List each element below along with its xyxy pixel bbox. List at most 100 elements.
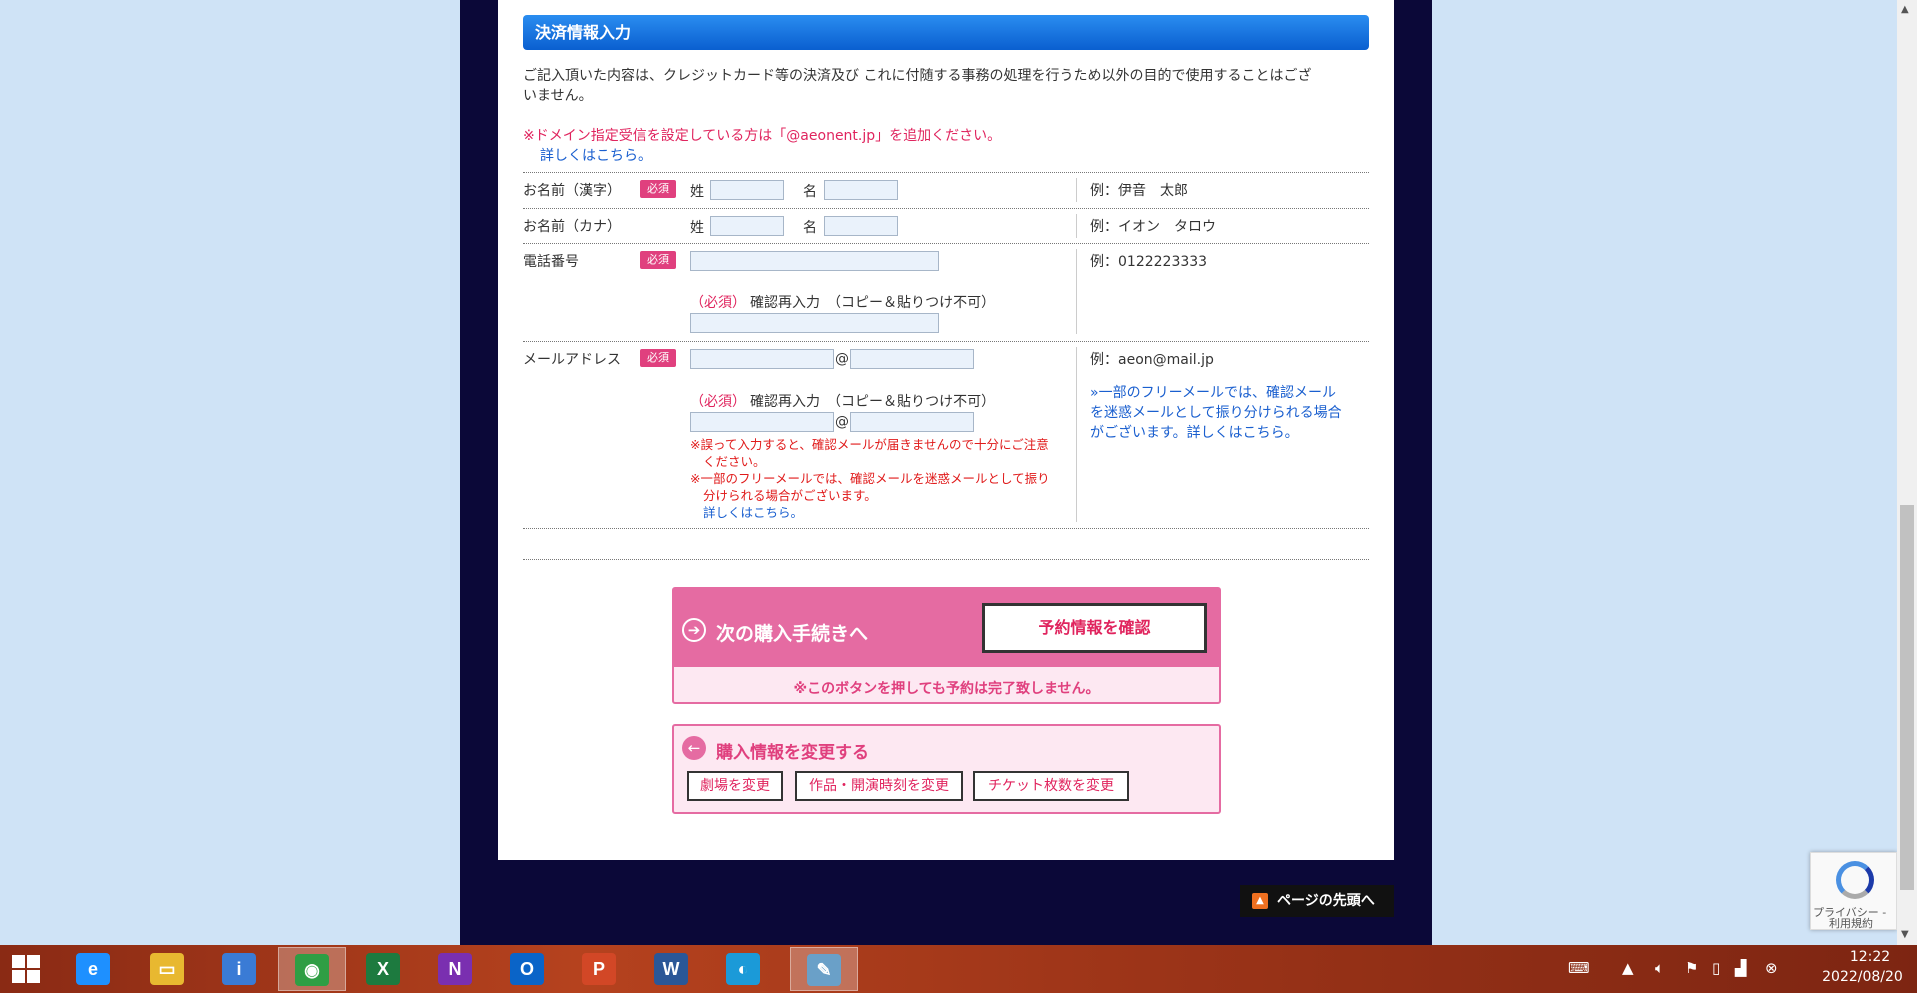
email-confirm-local-input[interactable]	[690, 412, 834, 432]
edge-icon: ◐	[726, 953, 760, 985]
recaptcha-badge[interactable]: プライバシー - 利用規約	[1810, 852, 1897, 930]
volume-icon[interactable]: 🔈︎	[1655, 959, 1664, 977]
browser-viewport: 決済情報入力 ご記入頂いた内容は、クレジットカード等の決済及び これに付随する事…	[0, 0, 1897, 945]
recaptcha-terms[interactable]: 利用規約	[1813, 918, 1886, 929]
arrow-left-icon: ←	[682, 736, 706, 760]
last-name-label: 姓	[690, 220, 704, 236]
next-step-header: ➔ 次の購入手続きへ 予約情報を確認	[674, 589, 1219, 667]
change-purchase-label: 購入情報を変更する	[716, 743, 869, 763]
confirm-required-tag: （必須）	[690, 295, 746, 311]
confirm-required-tag: （必須）	[690, 394, 746, 410]
windows-logo-pane	[27, 970, 40, 983]
taskbar-app-onenote[interactable]: N	[422, 947, 490, 991]
first-name-label: 名	[803, 220, 817, 236]
name-kana-example: 例：イオン タロウ	[1090, 219, 1216, 235]
email-example: 例：aeon@mail.jp	[1090, 352, 1214, 368]
email-label: メールアドレス	[523, 352, 621, 368]
page-top-label: ページの先頭へ	[1277, 893, 1375, 909]
vertical-scrollbar[interactable]: ▲ ▼	[1897, 0, 1917, 945]
last-name-label: 姓	[690, 184, 704, 200]
change-ticket-count-button[interactable]: チケット枚数を変更	[973, 771, 1129, 801]
column-divider	[1076, 178, 1077, 202]
info-icon: i	[222, 953, 256, 985]
section-title-payment-info: 決済情報入力	[523, 15, 1369, 50]
email-details-link[interactable]: 詳しくはこちら。	[703, 502, 803, 521]
next-step-panel: ➔ 次の購入手続きへ 予約情報を確認 ※このボタンを押しても予約は完了致しません…	[672, 587, 1221, 704]
first-name-kanji-input[interactable]	[824, 180, 898, 200]
first-name-label: 名	[803, 184, 817, 200]
taskbar-app-chrome[interactable]: ◉	[278, 947, 346, 991]
taskbar-app-word[interactable]: W	[638, 947, 706, 991]
recaptcha-icon	[1836, 861, 1874, 899]
outlook-icon: O	[510, 953, 544, 985]
phone-confirm-input[interactable]	[690, 313, 939, 333]
confirm-reservation-button[interactable]: 予約情報を確認	[982, 603, 1207, 653]
email-confirm-domain-input[interactable]	[850, 412, 974, 432]
details-link[interactable]: 詳しくはこちら。	[540, 145, 652, 165]
required-badge: 必須	[640, 251, 676, 269]
show-hidden-icons-icon[interactable]: ▲	[1622, 959, 1634, 977]
taskbar-app-info[interactable]: i	[206, 947, 274, 991]
free-mail-note-link[interactable]: がございます。詳しくはこちら。	[1090, 422, 1299, 442]
paint-icon: ✎	[807, 954, 841, 986]
taskbar-app-powerpoint[interactable]: P	[566, 947, 634, 991]
at-sign: @	[835, 414, 849, 430]
scroll-up-icon[interactable]: ▲	[1901, 4, 1909, 15]
page-top-button[interactable]: ▲ ページの先頭へ	[1240, 885, 1394, 917]
arrow-up-icon: ▲	[1252, 893, 1268, 909]
chrome-icon: ◉	[295, 954, 329, 986]
keyboard-icon[interactable]: ⌨	[1568, 959, 1590, 977]
scroll-down-icon[interactable]: ▼	[1901, 929, 1909, 940]
email-confirm-label: 確認再入力 （コピー＆貼りつけ不可）	[750, 394, 996, 410]
taskbar-app-file-explorer[interactable]: ▭	[134, 947, 202, 991]
start-button[interactable]	[0, 945, 54, 993]
next-step-note: ※このボタンを押しても予約は完了致しません。	[793, 681, 1100, 697]
free-mail-note-link[interactable]: »一部のフリーメールでは、確認メール	[1090, 382, 1336, 402]
next-step-label: 次の購入手続きへ	[716, 623, 869, 645]
clock-date[interactable]: 2022/08/20	[1810, 969, 1915, 985]
first-name-kana-input[interactable]	[824, 216, 898, 236]
powerpoint-icon: P	[582, 953, 616, 985]
battery-icon[interactable]: ▯	[1712, 959, 1720, 977]
recaptcha-links[interactable]: プライバシー - 利用規約	[1813, 907, 1886, 929]
windows-logo-pane	[12, 970, 25, 983]
taskbar-app-paint[interactable]: ✎	[790, 947, 858, 991]
last-name-kanji-input[interactable]	[710, 180, 784, 200]
intro-text: ご記入頂いた内容は、クレジットカード等の決済及び これに付随する事務の処理を行う…	[523, 68, 1312, 84]
required-badge: 必須	[640, 349, 676, 367]
taskbar-app-outlook[interactable]: O	[494, 947, 562, 991]
internet-explorer-icon: e	[76, 953, 110, 985]
network-icon[interactable]: ▟	[1735, 959, 1747, 977]
phone-confirm-label: 確認再入力 （コピー＆貼りつけ不可）	[750, 295, 996, 311]
notification-icon[interactable]: ⊗	[1765, 959, 1778, 977]
phone-input[interactable]	[690, 251, 939, 271]
scroll-thumb[interactable]	[1900, 505, 1914, 890]
taskbar-app-excel[interactable]: X	[350, 947, 418, 991]
change-show-time-button[interactable]: 作品・開演時刻を変更	[795, 771, 963, 801]
change-theater-button[interactable]: 劇場を変更	[687, 771, 783, 801]
windows-logo-icon	[12, 955, 25, 968]
name-kanji-example: 例：伊音 太郎	[1090, 183, 1188, 199]
name-kana-label: お名前（カナ）	[523, 219, 621, 235]
last-name-kana-input[interactable]	[710, 216, 784, 236]
taskbar-app-edge[interactable]: ◐	[710, 947, 778, 991]
column-divider	[1076, 347, 1077, 522]
row-divider	[523, 172, 1369, 173]
email-domain-input[interactable]	[850, 349, 974, 369]
column-divider	[1076, 214, 1077, 238]
change-purchase-panel: ← 購入情報を変更する 劇場を変更 作品・開演時刻を変更 チケット枚数を変更	[672, 724, 1221, 814]
domain-note: ※ドメイン指定受信を設定している方は「@aeonent.jp」を追加ください。	[523, 128, 1002, 144]
excel-icon: X	[366, 953, 400, 985]
email-local-input[interactable]	[690, 349, 834, 369]
taskbar: e ▭ i ◉ X N O P W ◐ ✎ ⌨ ▲ 🔈︎ ⚑ ▯ ▟ ⊗ 12:22 2022/08…	[0, 945, 1917, 993]
required-badge: 必須	[640, 180, 676, 198]
onenote-icon: N	[438, 953, 472, 985]
taskbar-app-internet-explorer[interactable]: e	[60, 947, 128, 991]
file-explorer-icon: ▭	[150, 953, 184, 985]
name-kanji-label: お名前（漢字）	[523, 183, 621, 199]
row-divider	[523, 528, 1369, 529]
clock-time[interactable]: 12:22	[1830, 949, 1910, 965]
free-mail-note-link[interactable]: を迷惑メールとして振り分けられる場合	[1090, 402, 1342, 422]
phone-example: 例：0122223333	[1090, 254, 1208, 270]
flag-icon[interactable]: ⚑	[1685, 959, 1698, 977]
